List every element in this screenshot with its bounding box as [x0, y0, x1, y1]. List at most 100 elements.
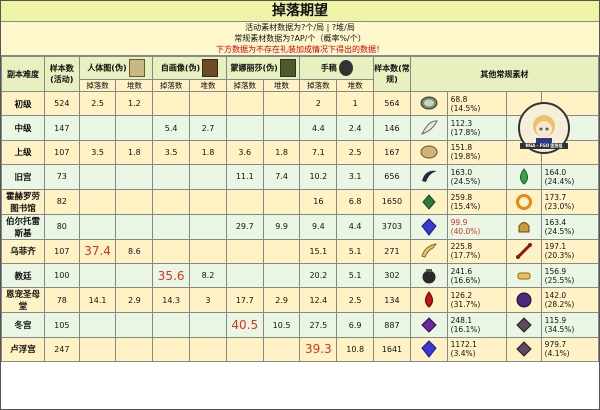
- drop-value: [225, 188, 264, 215]
- material-1-value: 225.8 (17.7%): [446, 238, 507, 264]
- drop-value: 10.2: [299, 164, 338, 190]
- samples-event: 107: [43, 139, 80, 166]
- ap-per-item: 99.9: [450, 217, 468, 227]
- ap-per-item: 259.8: [450, 192, 473, 202]
- ap-per-item: 112.3: [450, 119, 473, 129]
- drop-value: 2.4: [336, 115, 375, 141]
- material-1-value: 259.8 (15.4%): [446, 188, 507, 215]
- drop-value: 37.4: [78, 238, 117, 264]
- material-2-value: 156.9 (25.5%): [540, 262, 600, 289]
- drop-percent: (24.5%): [544, 226, 575, 236]
- ap-per-item: 225.8: [450, 242, 473, 252]
- table-row: 中级 147 5.4 2.7 4.4 2.4 146 112.3 (17.8%): [1, 115, 600, 141]
- drop-value: 9.4: [299, 213, 338, 240]
- stage-name: 霍赫罗劳图书馆: [1, 188, 45, 215]
- material-1-value: 151.8 (19.8%): [446, 139, 507, 166]
- header-item-1: 人体图(伪): [78, 56, 154, 80]
- drop-value: 3.5: [78, 139, 117, 166]
- material-2-icon-cell: [505, 213, 542, 240]
- drop-value: [189, 188, 227, 215]
- material-2-icon-cell: [505, 287, 542, 314]
- green-drop-icon: [514, 168, 534, 185]
- drop-value: 5.4: [152, 115, 191, 141]
- drop-value: 2.5: [78, 90, 117, 117]
- material-2-icon-cell: [505, 188, 542, 215]
- green-leaf-icon: [419, 193, 439, 210]
- samples-normal: 271: [373, 238, 411, 264]
- drop-percent: (4.1%): [544, 349, 570, 359]
- table-row: 卢浮宫 247 39.3 10.8 1641 1172.1 (3.4%) 979.7 (4.1%…: [1, 336, 600, 363]
- drop-value: 15.1: [299, 238, 338, 264]
- page-title: 掉落期望: [1, 1, 599, 22]
- material-1-value: 241.6 (16.6%): [446, 262, 507, 289]
- drop-value: 14.1: [78, 287, 117, 314]
- claw-icon: [419, 170, 439, 182]
- drop-value: 1.8: [115, 139, 154, 166]
- drop-value: [115, 115, 154, 141]
- stage-name: 恩宠圣母堂: [1, 287, 45, 314]
- drop-percent: (24.4%): [544, 176, 575, 186]
- drop-value: 10.8: [336, 336, 375, 363]
- drop-value: 1.8: [262, 139, 301, 166]
- drop-value: 2.9: [262, 287, 301, 314]
- samples-event: 78: [43, 287, 80, 314]
- drop-percent: (20.3%): [544, 251, 575, 261]
- nga-fgo-emblem: NGA - FGO 团员组: [518, 102, 570, 154]
- drop-value: [115, 336, 154, 363]
- ap-per-item: 241.6: [450, 266, 473, 276]
- subheader-drop: 掉落数: [225, 79, 264, 92]
- drop-value: 2.9: [115, 287, 154, 314]
- ap-per-item: 197.1: [544, 242, 567, 252]
- drop-value: [225, 262, 264, 289]
- ap-per-item: 164.0: [544, 167, 567, 177]
- hand-mirror-icon: [419, 96, 439, 110]
- stage-name: 初级: [1, 90, 45, 117]
- samples-normal: 564: [373, 90, 411, 117]
- ap-per-item: 142.0: [544, 291, 567, 301]
- scale-shell-icon: [419, 145, 439, 159]
- material-2-value: 164.0 (24.4%): [540, 164, 600, 190]
- drop-value: [152, 164, 191, 190]
- drop-value: 9.9: [262, 213, 301, 240]
- drop-rate-panel: 掉落期望 活动素材数据为?个/局 | ?堆/局 常规素材数据为?AP/个（概率%…: [0, 0, 600, 410]
- drop-value: [78, 262, 117, 289]
- drop-value: 39.3: [299, 336, 338, 363]
- gray-gem-icon: [514, 317, 534, 333]
- drop-value: 8.6: [115, 238, 154, 264]
- drop-value: [78, 312, 117, 338]
- ap-per-item: 163.4: [544, 217, 567, 227]
- subheader-stack: 堆数: [115, 79, 154, 92]
- info-line-event: 活动素材数据为?个/局 | ?堆/局: [245, 23, 355, 32]
- material-1-value: 1172.1 (3.4%): [446, 336, 507, 363]
- drop-value: [225, 238, 264, 264]
- samples-normal: 1650: [373, 188, 411, 215]
- manuscript-icon: [338, 60, 353, 76]
- table-row: 初级 524 2.5 1.2 2 1 564 68.8 (14.5%): [1, 90, 600, 117]
- material-2-value: 197.1 (20.3%): [540, 238, 600, 264]
- material-1-icon-cell: [409, 312, 448, 338]
- drop-percent: (19.8%): [450, 152, 481, 162]
- drop-percent: (34.5%): [544, 325, 575, 335]
- info-box: 活动素材数据为?个/局 | ?堆/局 常规素材数据为?AP/个（概率%/个） 下…: [1, 22, 599, 56]
- horn-icon: [419, 243, 439, 258]
- mona-lisa-icon: [279, 59, 296, 77]
- drop-value: [262, 188, 301, 215]
- material-1-value: 126.2 (31.7%): [446, 287, 507, 314]
- drop-value: 3.5: [152, 139, 191, 166]
- ap-per-item: 1172.1: [450, 340, 477, 350]
- samples-event: 73: [43, 164, 80, 190]
- drop-value: 12.4: [299, 287, 338, 314]
- samples-event: 107: [43, 238, 80, 264]
- ap-per-item: 156.9: [544, 266, 567, 276]
- table-row: 冬宫 105 40.5 10.5 27.5 6.9 887 248.1 (16.1%) 115.9…: [1, 312, 600, 338]
- material-1-icon-cell: [409, 164, 448, 190]
- drop-percent: (31.7%): [450, 300, 481, 310]
- drop-percent: (28.2%): [544, 300, 575, 310]
- samples-normal: 134: [373, 287, 411, 314]
- drop-value: [115, 188, 154, 215]
- drop-value: 1: [336, 90, 375, 117]
- drop-value: 35.6: [152, 262, 191, 289]
- table-row: 伯尔托雷斯基 80 29.7 9.9 9.4 4.4 3703 99.9 (40.0%) 163.…: [1, 213, 600, 240]
- drop-value: 14.3: [152, 287, 191, 314]
- subheader-stack: 堆数: [262, 79, 301, 92]
